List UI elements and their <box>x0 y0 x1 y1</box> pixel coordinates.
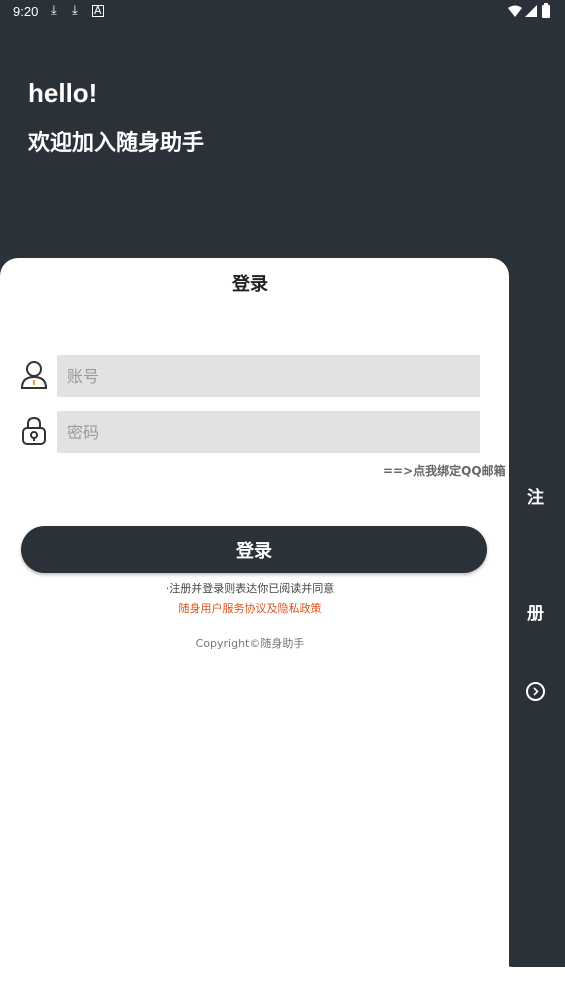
password-input[interactable] <box>57 411 480 453</box>
login-title: 登录 <box>232 274 268 295</box>
register-label-char-1[interactable]: 注 <box>527 483 544 508</box>
agreement-text: ·注册并登录则表达你已阅读并同意 <box>165 582 335 595</box>
account-input[interactable] <box>57 355 480 397</box>
register-label-char-2[interactable]: 册 <box>527 599 544 624</box>
status-time: 9:20 <box>13 4 39 19</box>
welcome-hello: hello! <box>28 78 98 108</box>
battery-icon <box>542 3 550 18</box>
download-icon: ⤓ <box>51 3 57 18</box>
lock-icon <box>22 416 46 445</box>
signal-icon <box>525 5 537 17</box>
welcome-subtitle: 欢迎加入随身助手 <box>28 131 205 156</box>
chevron-right-circle-icon[interactable] <box>526 682 545 701</box>
bind-qq-email-link[interactable]: ==>点我绑定QQ邮箱 <box>383 462 506 479</box>
wifi-icon <box>508 5 522 17</box>
policy-link[interactable]: 随身用户服务协议及隐私政策 <box>0 600 500 616</box>
copyright-text: Copyright©随身助手 <box>195 637 305 650</box>
login-button[interactable]: 登录 <box>21 526 487 573</box>
a-icon: A <box>92 4 104 17</box>
download-icon: ⤓ <box>72 3 78 18</box>
status-bar: 9:20 ⤓ ⤓ A <box>0 0 565 24</box>
user-icon <box>20 361 48 389</box>
